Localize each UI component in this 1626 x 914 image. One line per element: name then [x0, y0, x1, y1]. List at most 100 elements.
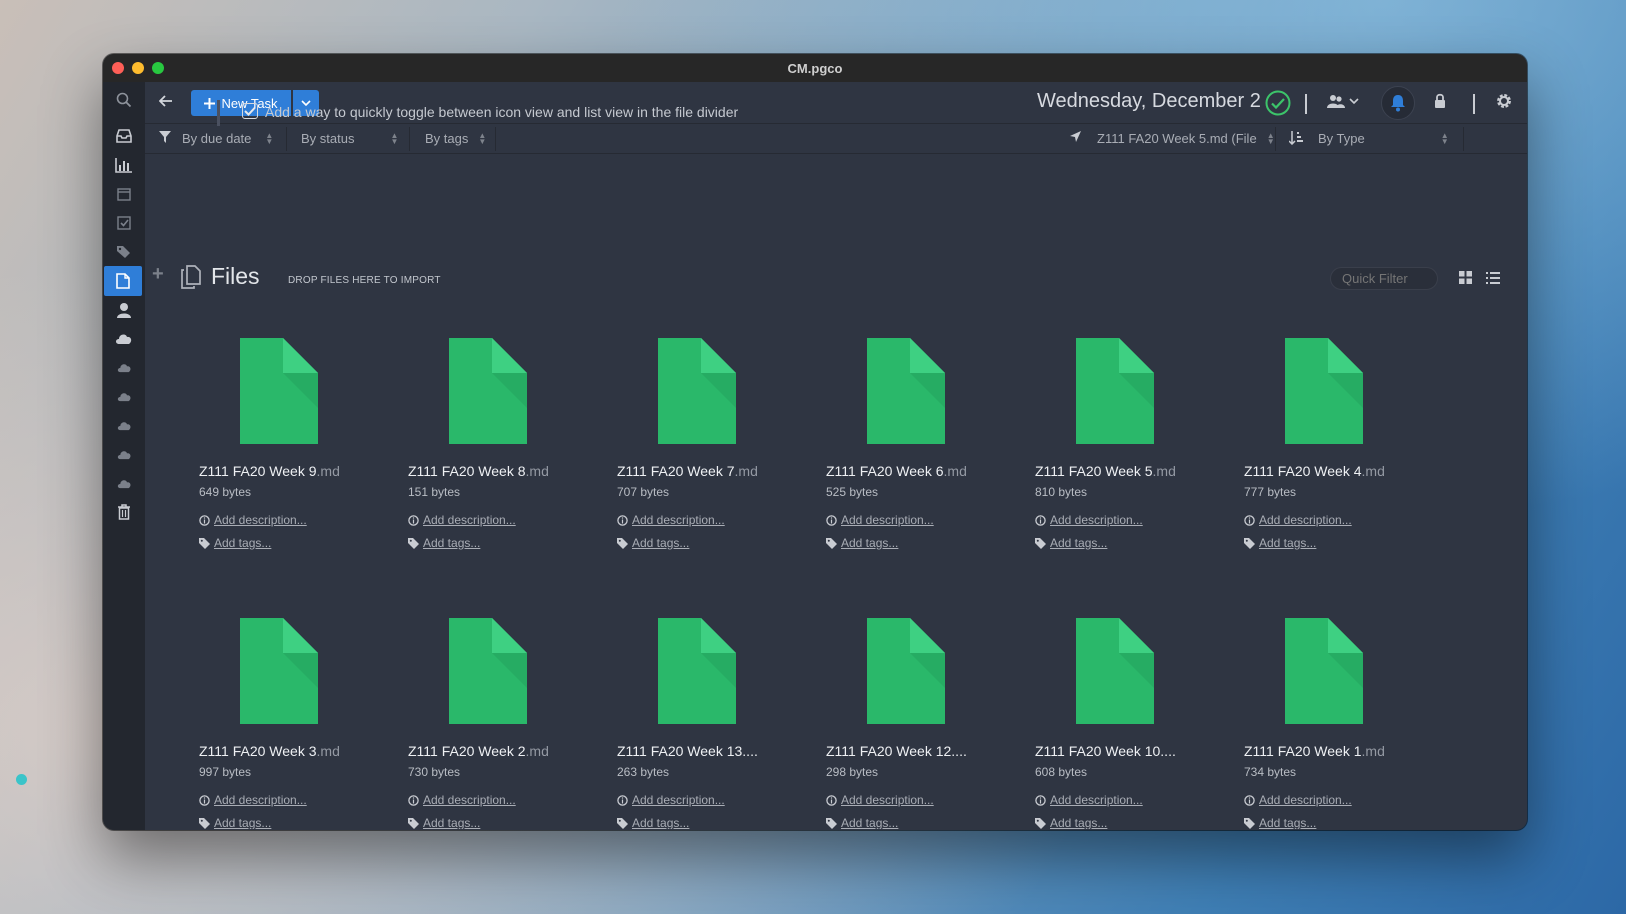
file-extension: .md: [734, 463, 758, 479]
add-description-link[interactable]: Add description...: [1244, 513, 1352, 527]
add-description-label: Add description...: [1259, 513, 1352, 527]
add-tags-label: Add tags...: [632, 536, 690, 550]
file-name[interactable]: Z111 FA20 Week 13....: [617, 743, 758, 759]
file-name[interactable]: Z111 FA20 Week 1.md: [1244, 743, 1385, 759]
add-tags-link[interactable]: Add tags...: [826, 816, 898, 829]
document-icon[interactable]: [867, 338, 945, 449]
add-description-label: Add description...: [632, 513, 725, 527]
file-name[interactable]: Z111 FA20 Week 9.md: [199, 463, 340, 479]
add-tags-link[interactable]: Add tags...: [408, 536, 480, 550]
file-size: 707 bytes: [617, 485, 670, 499]
document-icon[interactable]: [449, 618, 527, 729]
file-size: 734 bytes: [1244, 765, 1297, 779]
file-name[interactable]: Z111 FA20 Week 2.md: [408, 743, 549, 759]
tag-icon: [617, 817, 628, 829]
add-description-link[interactable]: Add description...: [1035, 793, 1143, 807]
file-grid: Z111 FA20 Week 9.md 649 bytes Add descript…: [0, 0, 1626, 829]
add-description-link[interactable]: Add description...: [199, 793, 307, 807]
add-tags-label: Add tags...: [1259, 536, 1317, 550]
add-description-link[interactable]: Add description...: [408, 513, 516, 527]
add-description-link[interactable]: Add description...: [1035, 513, 1143, 527]
file-card[interactable]: Z111 FA20 Week 2.md 730 bytes Add descript…: [408, 618, 608, 829]
file-name-base: Z111 FA20 Week 13....: [617, 743, 758, 759]
file-size: 997 bytes: [199, 765, 252, 779]
file-name[interactable]: Z111 FA20 Week 8.md: [408, 463, 549, 479]
add-tags-link[interactable]: Add tags...: [1035, 816, 1107, 829]
add-tags-link[interactable]: Add tags...: [1244, 536, 1316, 550]
file-name-base: Z111 FA20 Week 12....: [826, 743, 967, 759]
file-name-base: Z111 FA20 Week 4: [1244, 463, 1362, 479]
file-card[interactable]: Z111 FA20 Week 7.md 707 bytes Add descript…: [617, 338, 817, 568]
file-name[interactable]: Z111 FA20 Week 6.md: [826, 463, 967, 479]
add-tags-label: Add tags...: [423, 536, 481, 550]
add-tags-link[interactable]: Add tags...: [199, 816, 271, 829]
tag-icon: [826, 537, 837, 549]
add-tags-label: Add tags...: [1259, 816, 1317, 829]
file-name[interactable]: Z111 FA20 Week 10....: [1035, 743, 1176, 759]
file-card[interactable]: Z111 FA20 Week 4.md 777 bytes Add descript…: [1244, 338, 1444, 568]
file-card[interactable]: Z111 FA20 Week 5.md 810 bytes Add descript…: [1035, 338, 1235, 568]
tag-icon: [199, 817, 210, 829]
document-icon[interactable]: [658, 618, 736, 729]
file-name[interactable]: Z111 FA20 Week 5.md: [1035, 463, 1176, 479]
add-description-link[interactable]: Add description...: [1244, 793, 1352, 807]
file-extension: .md: [525, 743, 549, 759]
document-icon[interactable]: [1076, 338, 1154, 449]
add-tags-link[interactable]: Add tags...: [617, 816, 689, 829]
file-card[interactable]: Z111 FA20 Week 9.md 649 bytes Add descript…: [199, 338, 399, 568]
file-card[interactable]: Z111 FA20 Week 13.... 263 bytes Add descri…: [617, 618, 817, 829]
document-icon[interactable]: [240, 338, 318, 449]
file-extension: .md: [525, 463, 549, 479]
file-size: 608 bytes: [1035, 765, 1088, 779]
file-extension: .md: [316, 743, 340, 759]
file-name[interactable]: Z111 FA20 Week 7.md: [617, 463, 758, 479]
add-description-label: Add description...: [214, 793, 307, 807]
add-description-label: Add description...: [632, 793, 725, 807]
file-card[interactable]: Z111 FA20 Week 1.md 734 bytes Add descript…: [1244, 618, 1444, 829]
file-name[interactable]: Z111 FA20 Week 12....: [826, 743, 967, 759]
info-icon: [826, 514, 837, 526]
document-icon[interactable]: [1285, 618, 1363, 729]
document-icon[interactable]: [1285, 338, 1363, 449]
add-description-link[interactable]: Add description...: [199, 513, 307, 527]
add-tags-link[interactable]: Add tags...: [1035, 536, 1107, 550]
add-description-link[interactable]: Add description...: [617, 513, 725, 527]
document-icon[interactable]: [1076, 618, 1154, 729]
file-name-base: Z111 FA20 Week 8: [408, 463, 526, 479]
add-description-link[interactable]: Add description...: [826, 793, 934, 807]
add-tags-link[interactable]: Add tags...: [617, 536, 689, 550]
add-tags-label: Add tags...: [214, 816, 272, 829]
file-card[interactable]: Z111 FA20 Week 10.... 608 bytes Add descri…: [1035, 618, 1235, 829]
document-icon[interactable]: [449, 338, 527, 449]
file-card[interactable]: Z111 FA20 Week 12.... 298 bytes Add descri…: [826, 618, 1026, 829]
document-icon[interactable]: [658, 338, 736, 449]
info-icon: [1244, 794, 1255, 806]
file-extension: .md: [943, 463, 967, 479]
file-card[interactable]: Z111 FA20 Week 8.md 151 bytes Add descript…: [408, 338, 608, 568]
file-name-base: Z111 FA20 Week 1: [1244, 743, 1362, 759]
document-icon[interactable]: [240, 618, 318, 729]
add-description-link[interactable]: Add description...: [617, 793, 725, 807]
add-description-link[interactable]: Add description...: [826, 513, 934, 527]
add-tags-link[interactable]: Add tags...: [408, 816, 480, 829]
add-tags-link[interactable]: Add tags...: [826, 536, 898, 550]
add-description-link[interactable]: Add description...: [408, 793, 516, 807]
info-icon: [199, 794, 210, 806]
file-size: 525 bytes: [826, 485, 879, 499]
add-tags-label: Add tags...: [841, 816, 899, 829]
add-description-label: Add description...: [1050, 513, 1143, 527]
file-size: 777 bytes: [1244, 485, 1297, 499]
tag-icon: [617, 537, 628, 549]
file-name-base: Z111 FA20 Week 5: [1035, 463, 1153, 479]
file-name[interactable]: Z111 FA20 Week 4.md: [1244, 463, 1385, 479]
file-card[interactable]: Z111 FA20 Week 6.md 525 bytes Add descript…: [826, 338, 1026, 568]
file-size: 649 bytes: [199, 485, 252, 499]
file-name[interactable]: Z111 FA20 Week 3.md: [199, 743, 340, 759]
file-name-base: Z111 FA20 Week 3: [199, 743, 317, 759]
add-tags-label: Add tags...: [632, 816, 690, 829]
file-card[interactable]: Z111 FA20 Week 3.md 997 bytes Add descript…: [199, 618, 399, 829]
tag-icon: [408, 537, 419, 549]
document-icon[interactable]: [867, 618, 945, 729]
add-tags-link[interactable]: Add tags...: [1244, 816, 1316, 829]
add-tags-link[interactable]: Add tags...: [199, 536, 271, 550]
